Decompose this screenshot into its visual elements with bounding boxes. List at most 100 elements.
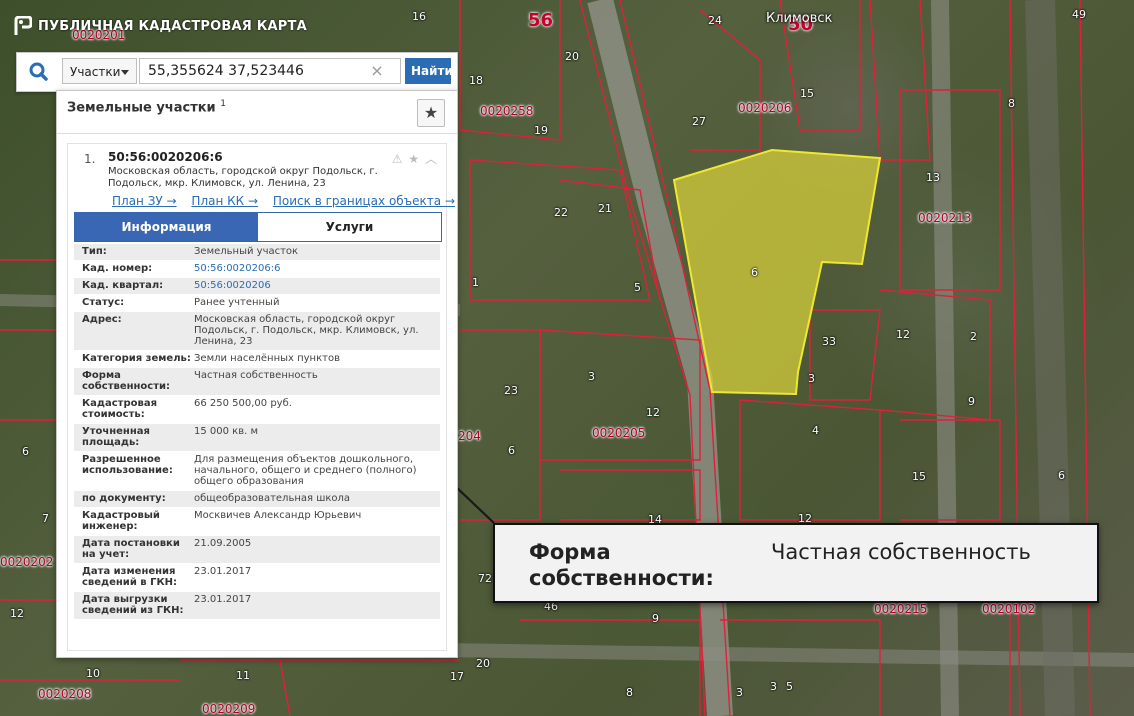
- quarter-label: 0020205: [592, 426, 646, 440]
- big-label: 56: [528, 10, 554, 31]
- info-key: Кадастровый инженер:: [82, 510, 160, 532]
- search-type-select[interactable]: Участки: [62, 58, 137, 84]
- house-number: 1: [472, 276, 479, 289]
- search-icon[interactable]: [21, 58, 57, 86]
- house-number: 3: [808, 372, 815, 385]
- results-panel: Земельные участки 1 ★ 1. 50:56:0020206:6…: [56, 90, 458, 658]
- info-value: 23.01.2017: [194, 566, 252, 577]
- info-value: общеобразовательная школа: [194, 493, 351, 504]
- house-number: 15: [912, 470, 926, 483]
- town-label: Климовск: [766, 11, 833, 26]
- info-value: Частная собственность: [194, 370, 318, 381]
- warning-icon[interactable]: ⚠: [392, 152, 404, 166]
- app-title: ПУБЛИЧНАЯ КАДАСТРОВАЯ КАРТА: [38, 18, 307, 34]
- house-number: 24: [708, 14, 722, 27]
- house-number: 13: [926, 171, 940, 184]
- chevron-down-icon: [121, 70, 129, 75]
- info-value: 66 250 500,00 руб.: [194, 398, 292, 409]
- tab-services[interactable]: Услуги: [258, 213, 441, 241]
- info-row: Кад. номер: 50:56:0020206:6: [74, 261, 440, 278]
- result-address: Московская область, городской округ Подо…: [108, 166, 378, 189]
- house-number: 7: [42, 512, 49, 525]
- search-bar: Участки × Найти: [16, 52, 458, 92]
- house-number: 11: [236, 669, 250, 682]
- star-icon[interactable]: ★: [408, 152, 420, 166]
- link-plan-zu[interactable]: План ЗУ →: [112, 194, 177, 208]
- house-number: 10: [86, 667, 100, 680]
- info-table: Тип: Земельный участок Кад. номер: 50:56:0…: [74, 244, 440, 620]
- house-number: 12: [646, 406, 660, 419]
- cad-number-link[interactable]: 50:56:0020206:6: [194, 263, 430, 274]
- quarter-label: 0020202: [0, 555, 54, 569]
- cad-number[interactable]: 50:56:0020206:6: [108, 150, 223, 164]
- search-input[interactable]: [139, 58, 401, 84]
- logo-icon: [14, 15, 33, 36]
- info-row: Дата постановки на учет: 21.09.2005: [74, 536, 440, 564]
- quarter-label: 0020102: [982, 602, 1036, 616]
- result-count: 1: [220, 99, 226, 109]
- info-row: Разрешенное использование: Для размещения…: [74, 452, 440, 491]
- house-number: 12: [896, 328, 910, 341]
- quarter-label: 0020258: [480, 104, 534, 118]
- info-key: Дата выгрузки сведений из ГКН:: [82, 594, 184, 616]
- star-icon: ★: [423, 103, 439, 122]
- house-number: 18: [469, 74, 483, 87]
- house-number: 8: [1008, 97, 1015, 110]
- info-key: Разрешенное использование:: [82, 454, 173, 476]
- house-number: 5: [786, 680, 793, 693]
- quarter-label: 0020213: [918, 211, 972, 225]
- house-number: 6: [508, 444, 515, 457]
- quarter-label: 0020215: [874, 602, 928, 616]
- cad-quarter-link[interactable]: 50:56:0020206: [194, 280, 430, 291]
- house-number: 49: [1072, 8, 1086, 21]
- favorite-button[interactable]: ★: [417, 99, 445, 127]
- selected-parcel[interactable]: [672, 148, 882, 396]
- search-button[interactable]: Найти: [405, 58, 453, 84]
- panel-title-text: Земельные участки: [67, 100, 216, 116]
- info-key: Дата постановки на учет:: [82, 538, 180, 560]
- panel-title: Земельные участки 1: [67, 99, 226, 115]
- house-number: 23: [504, 384, 518, 397]
- info-key: Кадастровая стоимость:: [82, 398, 157, 420]
- house-number: 6: [22, 445, 29, 458]
- tab-info[interactable]: Информация: [75, 213, 258, 241]
- house-number: 12: [10, 607, 24, 620]
- info-row: Кадастровая стоимость: 66 250 500,00 руб.: [74, 396, 440, 424]
- info-key: Категория земель:: [82, 353, 191, 364]
- house-number: 20: [476, 657, 490, 670]
- info-key: Уточненная площадь:: [82, 426, 150, 448]
- info-row: Уточненная площадь: 15 000 кв. м: [74, 424, 440, 452]
- info-key: по документу:: [82, 493, 166, 504]
- house-number: 9: [968, 395, 975, 408]
- house-number: 33: [822, 335, 836, 348]
- link-search-bounds[interactable]: Поиск в границах объекта →: [273, 194, 455, 208]
- link-plan-kk[interactable]: План КК →: [191, 194, 258, 208]
- info-key: Кад. квартал:: [82, 280, 164, 291]
- result-links: План ЗУ → План КК → Поиск в границах объ…: [112, 194, 466, 208]
- house-number: 19: [534, 124, 548, 137]
- info-row: Кад. квартал: 50:56:0020206: [74, 278, 440, 295]
- house-number: 21: [598, 202, 612, 215]
- house-number: 22: [554, 206, 568, 219]
- callout-key: Форма собственности:: [529, 540, 714, 590]
- info-value: 21.09.2005: [194, 538, 252, 549]
- close-icon[interactable]: ×: [367, 61, 387, 81]
- info-value: 15 000 кв. м: [194, 426, 259, 437]
- house-number: 16: [412, 10, 426, 23]
- info-key: Кад. номер:: [82, 263, 153, 274]
- info-row: Тип: Земельный участок: [74, 244, 440, 261]
- house-number: 3: [588, 370, 595, 383]
- info-row: Дата изменения сведений в ГКН: 23.01.2017: [74, 564, 440, 592]
- house-number: 9: [652, 612, 659, 625]
- chevron-up-icon[interactable]: ︿: [425, 152, 438, 166]
- result-index: 1.: [84, 152, 96, 166]
- callout-value: Частная собственность: [771, 540, 1031, 564]
- info-key: Дата изменения сведений в ГКН:: [82, 566, 178, 588]
- app-logo[interactable]: ПУБЛИЧНАЯ КАДАСТРОВАЯ КАРТА: [14, 15, 307, 36]
- house-number: 3: [736, 686, 743, 699]
- quarter-label: 204: [458, 429, 481, 443]
- parcel-label: 6: [751, 266, 758, 279]
- house-number: 8: [626, 686, 633, 699]
- house-number: 5: [634, 281, 641, 294]
- info-row: Кадастровый инженер: Москвичев Александр …: [74, 508, 440, 536]
